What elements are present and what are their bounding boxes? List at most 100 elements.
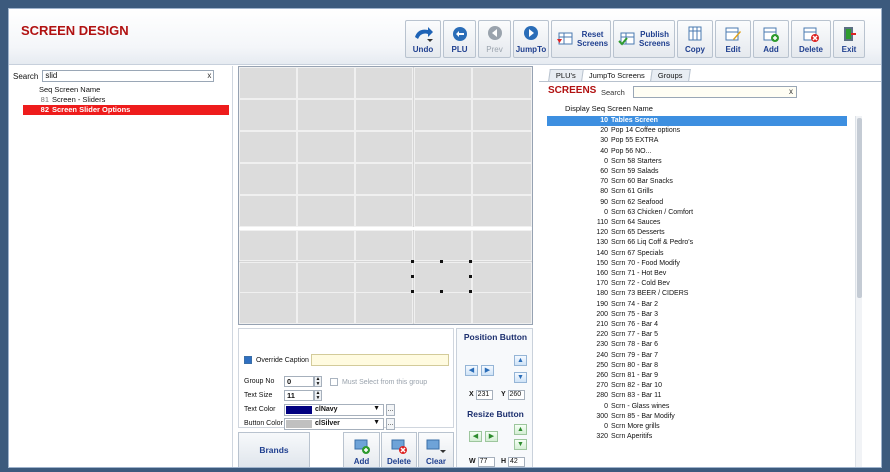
add-button[interactable]: Add: [753, 20, 789, 58]
grid-cell[interactable]: [355, 230, 413, 261]
grid-cell[interactable]: [297, 99, 355, 131]
grid-cell[interactable]: [414, 230, 472, 261]
scrollbar-thumb[interactable]: [857, 118, 862, 298]
grid-cell[interactable]: [414, 292, 472, 324]
text-color-more-button[interactable]: ...: [386, 404, 395, 416]
override-caption-row[interactable]: Override Caption: [244, 356, 309, 364]
table-row[interactable]: 280 Scrn 83 - Bar 11: [547, 391, 847, 401]
move-right-button[interactable]: ▶: [481, 365, 494, 376]
resize-handle[interactable]: [469, 290, 472, 293]
grid-cell[interactable]: [297, 262, 355, 293]
grid-cell[interactable]: [355, 195, 413, 227]
reset-screens-button[interactable]: Reset Screens: [551, 20, 611, 58]
table-row[interactable]: 270 Scrn 82 - Bar 10: [547, 381, 847, 391]
exit-button[interactable]: Exit: [833, 20, 865, 58]
group-no-input[interactable]: 0: [284, 376, 314, 387]
jumpto-button[interactable]: JumpTo: [513, 20, 549, 58]
grid-cell[interactable]: [472, 292, 532, 324]
move-down-button[interactable]: ▼: [514, 372, 527, 383]
table-row[interactable]: 110 Scrn 64 Sauces: [547, 218, 847, 228]
grid-cell[interactable]: [414, 163, 472, 195]
grid-cell[interactable]: [472, 195, 532, 227]
override-caption-input[interactable]: [311, 354, 449, 366]
grid-cell[interactable]: [297, 230, 355, 261]
grid-cell[interactable]: [297, 67, 355, 99]
table-row-selected[interactable]: 10 Tables Screen: [547, 116, 847, 126]
table-row[interactable]: 140 Scrn 67 Specials: [547, 249, 847, 259]
table-row[interactable]: 40 Pop 56 NO...: [547, 147, 847, 157]
shrink-width-button[interactable]: ◀: [469, 431, 482, 442]
table-row[interactable]: 90 Scrn 62 Seafood: [547, 198, 847, 208]
table-row[interactable]: 200 Scrn 75 - Bar 3: [547, 310, 847, 320]
grid-cell[interactable]: [414, 131, 472, 163]
tab-plus[interactable]: PLU's: [548, 69, 584, 81]
grid-delete-button[interactable]: Delete: [381, 432, 417, 467]
table-row[interactable]: 160 Scrn 71 - Hot Bev: [547, 269, 847, 279]
delete-button[interactable]: Delete: [791, 20, 831, 58]
grid-cell[interactable]: [472, 262, 532, 293]
grid-cell[interactable]: [239, 67, 297, 99]
table-row[interactable]: 0 Scrn - Glass wines: [547, 402, 847, 412]
resize-handle[interactable]: [411, 290, 414, 293]
grid-cell[interactable]: [239, 131, 297, 163]
grid-cell[interactable]: [355, 67, 413, 99]
grid-cell[interactable]: [414, 99, 472, 131]
table-row[interactable]: 230 Scrn 78 - Bar 6: [547, 340, 847, 350]
table-row[interactable]: 250 Scrn 80 - Bar 8: [547, 361, 847, 371]
grid-cell[interactable]: [414, 195, 472, 227]
grid-cell[interactable]: [239, 262, 297, 293]
button-color-select[interactable]: clSilver ▼: [284, 418, 384, 430]
table-row[interactable]: 60 Scrn 59 Salads: [547, 167, 847, 177]
grid-cell[interactable]: [239, 230, 297, 261]
screens-scrollbar[interactable]: [855, 116, 862, 467]
grid-add-button[interactable]: Add: [343, 432, 380, 467]
grid-cell[interactable]: [355, 99, 413, 131]
table-row[interactable]: 210 Scrn 76 - Bar 4: [547, 320, 847, 330]
grid-cell[interactable]: [239, 163, 297, 195]
grid-cell[interactable]: [239, 99, 297, 131]
grid-cell[interactable]: [297, 163, 355, 195]
grid-cell[interactable]: [414, 67, 472, 99]
shrink-height-button[interactable]: ▲: [514, 424, 527, 435]
grid-cell[interactable]: [355, 292, 413, 324]
table-row[interactable]: 120 Scrn 65 Desserts: [547, 228, 847, 238]
grid-cell[interactable]: [239, 195, 297, 227]
resize-w-input[interactable]: 77: [477, 457, 495, 467]
position-x-input[interactable]: 231: [475, 390, 493, 400]
resize-handle[interactable]: [411, 260, 414, 263]
table-row[interactable]: 180 Scrn 73 BEER / CIDERS: [547, 289, 847, 299]
override-caption-checkbox[interactable]: [244, 356, 252, 364]
table-row[interactable]: 300 Scrn 85 - Bar Modify: [547, 412, 847, 422]
grid-cell[interactable]: [297, 131, 355, 163]
grid-cell[interactable]: [472, 99, 532, 131]
table-row[interactable]: 320 Scrn Aperitifs: [547, 432, 847, 442]
undo-button[interactable]: Undo: [405, 20, 441, 58]
brands-button[interactable]: Brands: [238, 432, 310, 467]
copy-button[interactable]: Copy: [677, 20, 713, 58]
screens-search-input[interactable]: x: [633, 86, 797, 98]
table-row[interactable]: 0 Scrn 58 Starters: [547, 157, 847, 167]
screens-search-clear-icon[interactable]: x: [789, 87, 793, 96]
table-row[interactable]: 0 Scrn More grills: [547, 422, 847, 432]
grid-cell[interactable]: [355, 163, 413, 195]
table-row[interactable]: 20 Pop 14 Coffee options: [547, 126, 847, 136]
grid-cell[interactable]: [355, 262, 413, 293]
list-item[interactable]: 81 Screen - Sliders: [23, 95, 229, 105]
left-search-input[interactable]: slid x: [42, 70, 215, 82]
table-row[interactable]: 80 Scrn 61 Grills: [547, 187, 847, 197]
position-y-input[interactable]: 260: [507, 390, 525, 400]
grow-height-button[interactable]: ▼: [514, 439, 527, 450]
grow-width-button[interactable]: ▶: [485, 431, 498, 442]
grid-cell[interactable]: [472, 67, 532, 99]
resize-handle[interactable]: [440, 260, 443, 263]
edit-button[interactable]: Edit: [715, 20, 751, 58]
publish-screens-button[interactable]: Publish Screens: [613, 20, 675, 58]
table-row[interactable]: 190 Scrn 74 - Bar 2: [547, 300, 847, 310]
table-row[interactable]: 220 Scrn 77 - Bar 5: [547, 330, 847, 340]
table-row[interactable]: 130 Scrn 66 Liq Coff & Pedro's: [547, 238, 847, 248]
prev-button[interactable]: Prev: [478, 20, 511, 58]
move-up-button[interactable]: ▲: [514, 355, 527, 366]
resize-handle[interactable]: [411, 275, 414, 278]
grid-cell[interactable]: [472, 230, 532, 261]
group-no-spinner[interactable]: ▲ ▼: [314, 376, 322, 387]
